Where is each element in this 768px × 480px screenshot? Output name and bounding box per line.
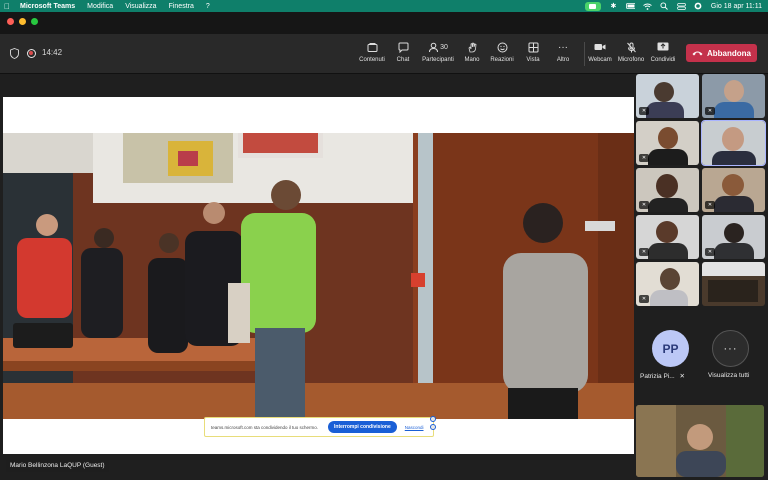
condividi-button[interactable]: Condividi (648, 38, 678, 70)
shared-screen-stage (3, 97, 634, 454)
video-scene (3, 133, 634, 419)
participant-tile[interactable]: ✕ (636, 121, 699, 165)
leave-button[interactable]: Abbandona (686, 44, 757, 62)
microphone-muted-icon: ✕ (639, 248, 649, 256)
battery-icon[interactable] (625, 2, 635, 10)
microphone-muted-icon: ✕ (679, 373, 685, 380)
avatar: PP (652, 330, 689, 367)
apple-icon[interactable]:  (0, 2, 14, 11)
menubar-clock[interactable]: Gio 18 apr 11:11 (711, 3, 762, 10)
microphone-muted-icon: ✕ (639, 295, 649, 303)
participant-tile[interactable]: ✕ (636, 74, 699, 118)
microphone-muted-icon: ✕ (639, 154, 649, 162)
hide-button[interactable]: Nascondi (405, 425, 424, 430)
mano-button[interactable]: Mano (458, 38, 486, 70)
microfono-button[interactable]: Microfono (614, 38, 648, 70)
menu-help[interactable]: ? (200, 3, 216, 10)
bluetooth-icon[interactable]: ✱ (609, 2, 618, 10)
participant-tile[interactable]: ✕ (636, 215, 699, 259)
participant-tile[interactable]: ✕ (636, 262, 699, 306)
people-icon: 30 (428, 40, 448, 54)
siri-icon[interactable] (694, 2, 703, 10)
microphone-muted-icon (626, 40, 637, 54)
smiley-icon (497, 40, 508, 54)
fullscreen-window-button[interactable] (31, 18, 38, 25)
share-bar-handle[interactable] (430, 416, 437, 438)
more-icon: ··· (712, 330, 749, 367)
shield-icon (10, 48, 19, 59)
content-icon (367, 40, 378, 54)
stop-sharing-button[interactable]: Interrompi condivisione (328, 421, 397, 433)
partecipanti-button[interactable]: 30 Partecipanti (418, 38, 458, 70)
raise-hand-icon (467, 40, 478, 54)
self-view-scene (636, 405, 764, 477)
participant-tile[interactable]: ✕ (636, 168, 699, 212)
grid-view-icon (528, 40, 539, 54)
reazioni-button[interactable]: Reazioni (486, 38, 518, 70)
video-camera-icon (594, 40, 606, 54)
altro-button[interactable]: ··· Altro (548, 38, 578, 70)
screen-share-notification: teams.microsoft.com sta condividendo il … (204, 416, 437, 438)
microphone-muted-icon: ✕ (705, 201, 715, 209)
share-message: teams.microsoft.com sta condividendo il … (211, 424, 319, 430)
more-icon: ··· (558, 41, 568, 53)
vista-button[interactable]: Vista (518, 38, 548, 70)
menu-modifica[interactable]: Modifica (81, 3, 119, 10)
recording-icon (27, 49, 36, 58)
contenuti-button[interactable]: Contenuti (356, 38, 388, 70)
minimize-window-button[interactable] (19, 18, 26, 25)
speaker-name-tag: Mario Bellinzona LaQUP (Guest) (6, 460, 109, 472)
chat-button[interactable]: Chat (388, 38, 418, 70)
toolbar-divider (584, 42, 585, 66)
wifi-icon[interactable] (643, 2, 652, 10)
participant-tile-active-speaker[interactable] (701, 120, 766, 166)
microphone-muted-icon: ✕ (705, 248, 715, 256)
participant-tile[interactable]: ✕ (702, 74, 765, 118)
self-view-video[interactable] (636, 405, 764, 477)
participant-count: 30 (440, 43, 448, 51)
participant-tile[interactable] (702, 262, 765, 306)
menu-finestra[interactable]: Finestra (163, 3, 200, 10)
title-bar (0, 12, 768, 34)
control-center-icon[interactable] (677, 2, 686, 10)
participant-avatar-card[interactable]: PP Patrizia Pi... ✕ (636, 320, 702, 384)
microphone-muted-icon: ✕ (705, 107, 715, 115)
menu-visualizza[interactable]: Visualizza (119, 3, 162, 10)
meeting-timer: 14:42 (42, 48, 63, 57)
participant-tile[interactable]: ✕ (702, 168, 765, 212)
participant-tile[interactable]: ✕ (702, 215, 765, 259)
camera-in-use-icon[interactable] (584, 1, 601, 11)
participant-name: Patrizia Pi... ✕ (640, 373, 685, 380)
microphone-muted-icon: ✕ (639, 201, 649, 209)
meeting-toolbar: 14:42 Contenuti Chat 30 Partecipanti Man… (0, 34, 768, 74)
close-window-button[interactable] (7, 18, 14, 25)
microphone-muted-icon: ✕ (639, 107, 649, 115)
chat-icon (398, 40, 409, 54)
menu-app-name[interactable]: Microsoft Teams (14, 3, 81, 10)
shared-video (3, 133, 634, 419)
macos-menubar:  Microsoft Teams Modifica Visualizza Fi… (0, 0, 768, 12)
phone-hangup-icon (692, 49, 703, 58)
share-screen-icon (657, 40, 669, 54)
view-all-button[interactable]: ··· Visualizza tutti (702, 320, 766, 384)
webcam-button[interactable]: Webcam (586, 38, 614, 70)
search-icon[interactable] (660, 2, 669, 10)
